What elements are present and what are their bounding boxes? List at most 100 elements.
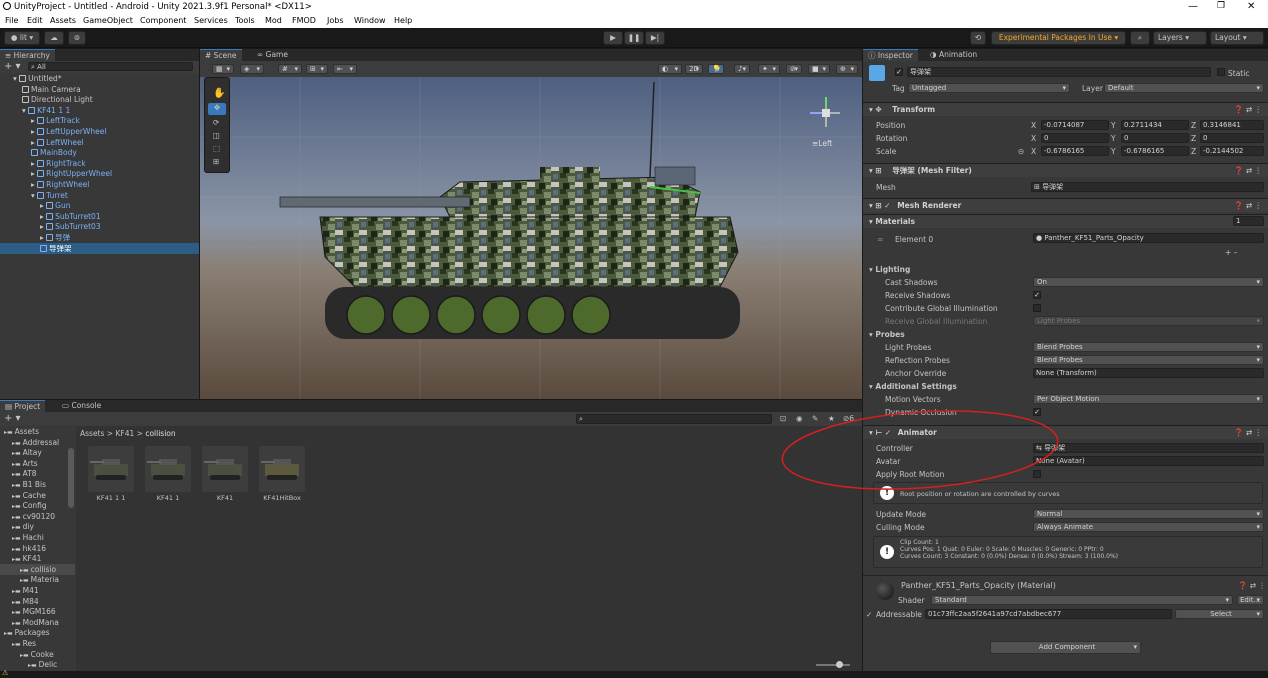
scene-gizmo-label[interactable]: ≡Left bbox=[812, 139, 832, 148]
active-checkbox[interactable]: ✓ bbox=[895, 68, 903, 76]
hierarchy-search-input[interactable]: ⌕ All bbox=[28, 62, 193, 71]
menu-fmod[interactable]: FMOD bbox=[292, 16, 316, 25]
folder-item[interactable]: ▸▬ Altay bbox=[0, 447, 75, 458]
menu-jobs[interactable]: Jobs bbox=[327, 16, 344, 25]
rotation-z-field[interactable]: 0 bbox=[1200, 133, 1264, 143]
add-object-button[interactable]: + ▾ bbox=[4, 61, 21, 72]
asset-tile[interactable]: KF41 1 bbox=[143, 446, 193, 510]
shader-dropdown[interactable]: Standard bbox=[931, 595, 1233, 605]
drag-handle-icon[interactable]: ═ bbox=[878, 235, 883, 244]
history-icon[interactable]: ⟲ bbox=[970, 31, 986, 45]
transform-tool-icon[interactable]: ⊞ bbox=[213, 157, 219, 166]
scale-y-field[interactable]: -0.6786165 bbox=[1121, 146, 1189, 156]
cloud-icon[interactable]: ☁ bbox=[44, 31, 64, 45]
contribute-gi-checkbox[interactable] bbox=[1033, 304, 1041, 312]
folder-item[interactable]: ▸▬ hk416 bbox=[0, 543, 75, 554]
hierarchy-item[interactable]: ▸ LeftUpperWheel bbox=[0, 126, 199, 137]
effects-dropdown[interactable]: ✦ bbox=[758, 64, 780, 74]
shading-mode-dropdown[interactable]: ◐ bbox=[658, 64, 682, 74]
visibility-toggle-icon[interactable]: ⊘ bbox=[786, 64, 802, 74]
anchor-override-field[interactable]: None (Transform) bbox=[1033, 368, 1264, 378]
rotation-y-field[interactable]: 0 bbox=[1121, 133, 1189, 143]
materials-count-field[interactable]: 1 bbox=[1233, 216, 1264, 226]
create-asset-button[interactable]: + ▾ bbox=[4, 413, 21, 424]
step-button[interactable]: ▶| bbox=[645, 31, 665, 45]
folder-item[interactable]: ▸▬ Materia bbox=[0, 574, 75, 585]
zoom-slider[interactable] bbox=[816, 661, 850, 668]
folder-item[interactable]: ▸▬ AT8 bbox=[0, 468, 75, 479]
folder-item[interactable]: ▸▬ Assets bbox=[0, 426, 75, 437]
scene-viewport[interactable]: ≡Left ✋ ✥ ⟳ ◫ ⬚ ⊞ bbox=[200, 77, 862, 399]
mesh-field[interactable]: ⊞ 导弹架 bbox=[1031, 182, 1264, 192]
hierarchy-item[interactable]: ▾ Untitled* bbox=[0, 73, 199, 84]
hierarchy-item[interactable]: ▾ Turret bbox=[0, 190, 199, 201]
audio-toggle-icon[interactable]: ♪ bbox=[734, 64, 750, 74]
element0-field[interactable]: ● Panther_KF51_Parts_Opacity bbox=[1033, 233, 1264, 243]
folder-item[interactable]: ▸▬ diy bbox=[0, 521, 75, 532]
menu-services[interactable]: Services bbox=[194, 16, 228, 25]
addressable-field[interactable]: 01c73ffc2aa5f2641a97cd7abdbec677 bbox=[925, 609, 1172, 619]
shader-edit-button[interactable]: Edit... bbox=[1237, 595, 1264, 605]
hierarchy-item[interactable]: ▸ LeftWheel bbox=[0, 137, 199, 148]
layout-dropdown[interactable]: Layout ▾ bbox=[1210, 31, 1264, 45]
addressable-select-button[interactable]: Select bbox=[1175, 609, 1264, 619]
addressable-checkbox[interactable]: ✓ bbox=[866, 610, 872, 619]
probes-foldout[interactable]: ▾ Probes bbox=[869, 330, 905, 339]
tab-game[interactable]: ∞ Game bbox=[252, 49, 293, 61]
zoom-slider-handle[interactable] bbox=[836, 661, 843, 668]
material-help-icon[interactable]: ❓ ⇄ ⋮ bbox=[1238, 581, 1266, 590]
tab-console[interactable]: ▭ Console bbox=[57, 400, 106, 412]
folder-item[interactable]: ▸▬ ModMana bbox=[0, 617, 75, 628]
asset-tile[interactable]: KF41HitBox bbox=[257, 446, 307, 510]
folder-item[interactable]: ▸▬ collisio bbox=[0, 563, 75, 575]
search-icon[interactable]: ⌕ bbox=[1130, 31, 1150, 45]
mesh-filter-header[interactable]: ▾ ⊞ 导弹架 (Mesh Filter) ❓ ⇄ ⋮ bbox=[863, 163, 1268, 177]
menu-edit[interactable]: Edit bbox=[27, 16, 43, 25]
tab-inspector[interactable]: ⓘ Inspector bbox=[863, 49, 918, 61]
folder-item[interactable]: ▸▬ Cooke bbox=[0, 649, 75, 660]
folder-item[interactable]: ▸▬ KF41 bbox=[0, 553, 75, 564]
tab-scene[interactable]: # Scene bbox=[200, 49, 242, 61]
camera-settings-icon[interactable]: ■ bbox=[808, 64, 830, 74]
hierarchy-item[interactable]: ▸ RightWheel bbox=[0, 179, 199, 190]
menu-window[interactable]: Window bbox=[354, 16, 386, 25]
object-name-field[interactable]: 导弹架 bbox=[907, 67, 1211, 77]
experimental-packages-dropdown[interactable]: Experimental Packages In Use ▾ bbox=[991, 31, 1126, 45]
add-material-button[interactable]: + – bbox=[1225, 248, 1237, 257]
receive-gi-dropdown[interactable]: Light Probes bbox=[1033, 316, 1264, 326]
hierarchy-item[interactable]: ▸ SubTurret03 bbox=[0, 221, 199, 232]
reflection-probes-dropdown[interactable]: Blend Probes bbox=[1033, 355, 1264, 365]
layers-dropdown[interactable]: Layers ▾ bbox=[1153, 31, 1207, 45]
maximize-icon[interactable]: ❐ bbox=[1217, 1, 1225, 11]
grid-dropdown[interactable]: # bbox=[278, 64, 302, 74]
account-button[interactable]: ● lit ▾ bbox=[4, 31, 40, 45]
light-probes-dropdown[interactable]: Blend Probes bbox=[1033, 342, 1264, 352]
hierarchy-item[interactable]: ▸ LeftTrack bbox=[0, 115, 199, 126]
snap-dropdown[interactable]: ⊞ bbox=[306, 64, 328, 74]
asset-tile[interactable]: KF41 1 1 bbox=[86, 446, 136, 510]
hierarchy-item[interactable]: ▸ RightTrack bbox=[0, 158, 199, 169]
folder-item[interactable]: ▸▬ Hachi bbox=[0, 532, 75, 543]
increment-snap-dropdown[interactable]: ⇤ bbox=[333, 64, 357, 74]
lighting-foldout[interactable]: ▾ Lighting bbox=[869, 265, 910, 274]
additional-settings-foldout[interactable]: ▾ Additional Settings bbox=[869, 382, 957, 391]
layer-dropdown[interactable]: Default bbox=[1104, 83, 1264, 93]
hierarchy-item[interactable]: 导弹架 bbox=[0, 242, 199, 254]
hierarchy-item[interactable]: MainBody bbox=[0, 147, 199, 158]
rotation-x-field[interactable]: 0 bbox=[1041, 133, 1109, 143]
gizmos-dropdown[interactable]: ⊕ bbox=[836, 64, 858, 74]
menu-assets[interactable]: Assets bbox=[50, 16, 76, 25]
position-z-field[interactable]: 0.3146841 bbox=[1200, 120, 1264, 130]
receive-shadows-checkbox[interactable]: ✓ bbox=[1033, 291, 1041, 299]
tag-dropdown[interactable]: Untagged bbox=[908, 83, 1070, 93]
update-mode-dropdown[interactable]: Normal bbox=[1033, 509, 1264, 519]
hand-tool-icon[interactable]: ✋ bbox=[213, 88, 225, 99]
breadcrumb-collision[interactable]: collision bbox=[145, 429, 175, 438]
folder-item[interactable]: ▸▬ B1 Bis bbox=[0, 479, 75, 490]
move-tool-icon[interactable]: ✥ bbox=[208, 103, 226, 115]
scale-x-field[interactable]: -0.6786165 bbox=[1041, 146, 1109, 156]
hierarchy-item[interactable]: ▸ RightUpperWheel bbox=[0, 168, 199, 179]
draw-mode-dropdown[interactable]: ▦ bbox=[212, 64, 234, 74]
menu-help[interactable]: Help bbox=[394, 16, 412, 25]
folder-item[interactable]: ▸▬ MGM166 bbox=[0, 606, 75, 617]
